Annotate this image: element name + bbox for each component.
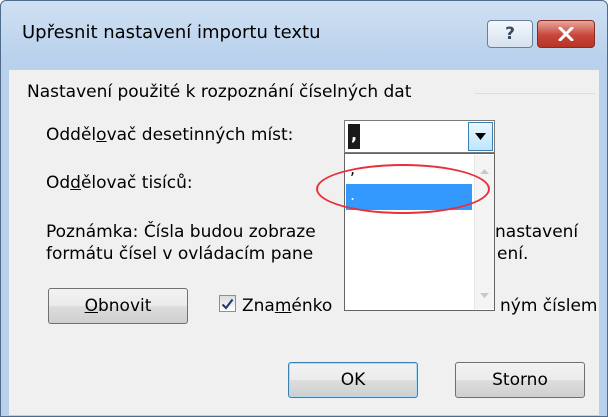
cancel-button[interactable]: Storno <box>455 362 585 398</box>
thousands-separator-label: Oddělovač tisíců: <box>46 173 193 193</box>
reset-button[interactable]: Obnovit <box>48 288 188 324</box>
note-line-2-right: ení. <box>497 244 529 264</box>
window-title: Upřesnit nastavení importu textu <box>22 22 321 43</box>
note-line-2: formátu čísel v ovládacím pane <box>46 244 314 264</box>
close-button[interactable] <box>537 20 595 48</box>
dropdown-button[interactable] <box>468 122 493 151</box>
sign-checkbox-label-right: ným číslem <box>500 296 598 316</box>
chevron-down-icon <box>475 133 486 140</box>
scroll-down-arrow-icon[interactable] <box>480 293 489 298</box>
close-icon <box>558 27 574 41</box>
highlight-ellipse <box>316 164 490 214</box>
note-line-1-right: nastavení <box>495 222 579 242</box>
scroll-up-arrow-icon[interactable] <box>480 169 489 174</box>
decimal-separator-combobox[interactable]: , <box>344 120 495 153</box>
checkmark-icon <box>221 298 234 310</box>
sign-checkbox-label[interactable]: Znaménko <box>242 296 332 316</box>
note-line-1: Poznámka: Čísla budou zobraze <box>46 222 316 242</box>
group-label: Nastavení použité k rozpoznání číselných… <box>27 82 412 102</box>
group-divider <box>475 93 595 94</box>
sign-checkbox[interactable] <box>219 295 236 312</box>
help-button[interactable]: ? <box>487 20 533 48</box>
decimal-separator-label: Oddělovač desetinných míst: <box>46 125 294 145</box>
combobox-value: , <box>348 124 360 149</box>
ok-button[interactable]: OK <box>288 362 418 398</box>
help-icon: ? <box>505 24 515 44</box>
